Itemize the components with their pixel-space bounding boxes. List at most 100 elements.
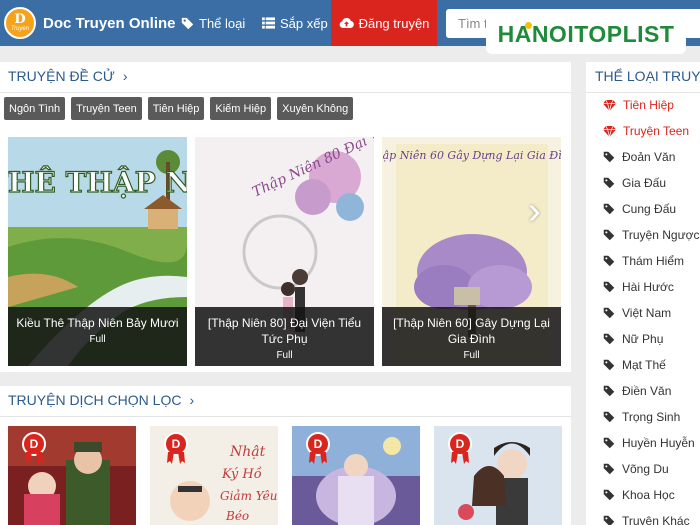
genre-label: Trọng Sinh xyxy=(622,410,681,424)
genre-link[interactable]: Tiên Hiệp xyxy=(603,97,674,113)
story-title: [Thập Niên 80] Đại Viện Tiểu Tức Phụ xyxy=(207,316,362,346)
list-icon xyxy=(262,17,275,29)
story-card-caption: [Thập Niên 80] Đại Viện Tiểu Tức Phụ Ful… xyxy=(195,307,374,366)
cover-title-text: Thập Niên 60 Gây Dựng Lại Gia Đình xyxy=(382,149,561,162)
genre-label: Gia Đấu xyxy=(622,176,667,190)
tag-icon xyxy=(603,203,615,215)
genre-label: Cung Đấu xyxy=(622,202,677,216)
genre-sidebar: THỂ LOẠI TRUYỆN Tiên Hiệp Truyện Teen Đoản… xyxy=(586,62,700,525)
story-card-caption: [Thập Niên 60] Gây Dựng Lại Gia Đình Ful… xyxy=(382,307,561,366)
translated-section: TRUYỆN DỊCH CHỌN LỌC › D Nhật Ký Hồ Giảm… xyxy=(0,386,571,525)
chevron-right-icon: › xyxy=(122,68,128,84)
tag-icon xyxy=(603,151,615,163)
genre-link[interactable]: Võng Du xyxy=(603,461,669,477)
story-status: Full xyxy=(276,350,293,361)
diamond-icon xyxy=(603,99,616,111)
story-title: [Thập Niên 60] Gây Dựng Lại Gia Đình xyxy=(393,316,550,346)
recommended-title: TRUYỆN ĐỀ CỬ xyxy=(8,68,115,84)
genre-link[interactable]: Nữ Phụ xyxy=(603,331,663,347)
watermark-logo: HANOITOPLIST xyxy=(486,14,686,54)
tag-xuyen-khong[interactable]: Xuyên Không xyxy=(277,97,354,120)
carousel-next-arrow-icon[interactable]: › xyxy=(528,192,541,230)
tag-icon xyxy=(603,489,615,501)
section-divider xyxy=(0,416,571,417)
brand-name: Doc Truyen Online xyxy=(43,14,176,32)
genre-label: Truyện Khác xyxy=(622,514,690,525)
tag-icon xyxy=(603,307,615,319)
genre-link[interactable]: Hài Hước xyxy=(603,279,674,295)
cover-title-text: KIỀU THÊ THẬP NIÊN 70 xyxy=(8,162,187,199)
ribbon-icon xyxy=(309,452,327,464)
genre-link[interactable]: Gia Đấu xyxy=(603,175,666,191)
tag-ngon-tinh[interactable]: Ngôn Tình xyxy=(4,97,66,120)
sidebar-divider xyxy=(586,92,700,93)
genre-link[interactable]: Việt Nam xyxy=(603,305,671,321)
genre-link[interactable]: Huyền Huyễn xyxy=(603,435,695,451)
diamond-icon xyxy=(603,125,616,137)
genre-link[interactable]: Điền Văn xyxy=(603,383,671,399)
svg-text:Nhật: Nhật xyxy=(229,444,266,460)
genre-label: Truyện Teen xyxy=(623,124,690,138)
story-card[interactable]: Thập Niên 80 Đại Viện Tiểu Tức Phụ [Thập… xyxy=(195,137,374,366)
story-thumbnail[interactable]: D xyxy=(292,426,420,525)
genre-label: Võng Du xyxy=(622,462,669,476)
tag-icon xyxy=(603,437,615,449)
genre-link[interactable]: Đoản Văn xyxy=(603,149,675,165)
story-status: Full xyxy=(463,350,480,361)
story-title: Kiều Thê Thập Niên Bảy Mươi xyxy=(16,316,179,330)
story-thumbnail[interactable]: D xyxy=(434,426,562,525)
tag-icon xyxy=(603,177,615,189)
ribbon-icon xyxy=(167,452,185,464)
cloud-upload-icon xyxy=(339,18,354,28)
genre-link[interactable]: Thám Hiểm xyxy=(603,253,684,269)
upload-story-label: Đăng truyện xyxy=(358,15,430,31)
genre-link[interactable]: Cung Đấu xyxy=(603,201,676,217)
tag-icon xyxy=(181,17,194,29)
tag-icon xyxy=(603,359,615,371)
brand-link[interactable]: D Truyen Doc Truyen Online xyxy=(4,7,176,39)
tag-truyen-teen[interactable]: Truyện Teen xyxy=(71,97,142,120)
nav-sort-menu[interactable]: Sắp xếp xyxy=(262,0,328,46)
tag-icon xyxy=(603,515,615,525)
translated-title-link[interactable]: TRUYỆN DỊCH CHỌN LỌC › xyxy=(8,392,194,408)
genre-link[interactable]: Truyện Khác xyxy=(603,513,690,525)
brand-logo-letter: D xyxy=(14,11,26,27)
tag-icon xyxy=(603,255,615,267)
brand-logo: D Truyen xyxy=(4,7,36,39)
recommended-section: TRUYỆN ĐỀ CỬ › Ngôn Tình Truyện Teen Tiê… xyxy=(0,62,571,372)
story-thumbnail[interactable]: Nhật Ký Hồ Giảm Yêu Béo D xyxy=(150,426,278,525)
genre-label: Mạt Thế xyxy=(622,358,666,372)
upload-story-button[interactable]: Đăng truyện xyxy=(331,0,437,46)
story-card-caption: Kiều Thê Thập Niên Bảy Mươi Full xyxy=(8,307,187,366)
nav-genre-label: Thể loại xyxy=(199,15,246,31)
story-card[interactable]: Thập Niên 60 Gây Dựng Lại Gia Đình [Thập… xyxy=(382,137,561,366)
genre-label: Đoản Văn xyxy=(622,150,676,164)
genre-label: Thám Hiểm xyxy=(622,254,685,268)
translated-title: TRUYỆN DỊCH CHỌN LỌC xyxy=(8,392,182,408)
tag-icon xyxy=(603,229,615,241)
tag-icon xyxy=(603,281,615,293)
sidebar-title: THỂ LOẠI TRUYỆN xyxy=(595,68,700,84)
tag-icon xyxy=(603,411,615,423)
genre-link[interactable]: Trọng Sinh xyxy=(603,409,680,425)
genre-label: Nữ Phụ xyxy=(622,332,664,346)
recommended-title-link[interactable]: TRUYỆN ĐỀ CỬ › xyxy=(8,68,128,84)
tag-kiem-hiep[interactable]: Kiếm Hiệp xyxy=(210,97,272,120)
watermark-dot xyxy=(525,22,532,29)
tag-icon xyxy=(603,333,615,345)
section-divider xyxy=(0,92,571,93)
genre-label: Huyền Huyễn xyxy=(622,436,695,450)
tag-icon xyxy=(603,385,615,397)
nav-genre-menu[interactable]: Thể loại xyxy=(181,0,245,46)
tag-tien-hiep[interactable]: Tiên Hiệp xyxy=(147,97,205,120)
genre-link[interactable]: Khoa Học xyxy=(603,487,675,503)
story-thumbnail[interactable]: D xyxy=(8,426,136,525)
genre-link[interactable]: Mạt Thế xyxy=(603,357,666,373)
genre-label: Điền Văn xyxy=(622,384,672,398)
genre-link[interactable]: Truyện Teen xyxy=(603,123,689,139)
genre-label: Hài Hước xyxy=(622,280,674,294)
genre-link[interactable]: Truyện Ngược xyxy=(603,227,699,243)
genre-label: Việt Nam xyxy=(622,306,672,320)
story-card[interactable]: KIỀU THÊ THẬP NIÊN 70 Kiều Thê Thập Niên… xyxy=(8,137,187,366)
svg-text:Ký Hồ: Ký Hồ xyxy=(221,466,262,482)
